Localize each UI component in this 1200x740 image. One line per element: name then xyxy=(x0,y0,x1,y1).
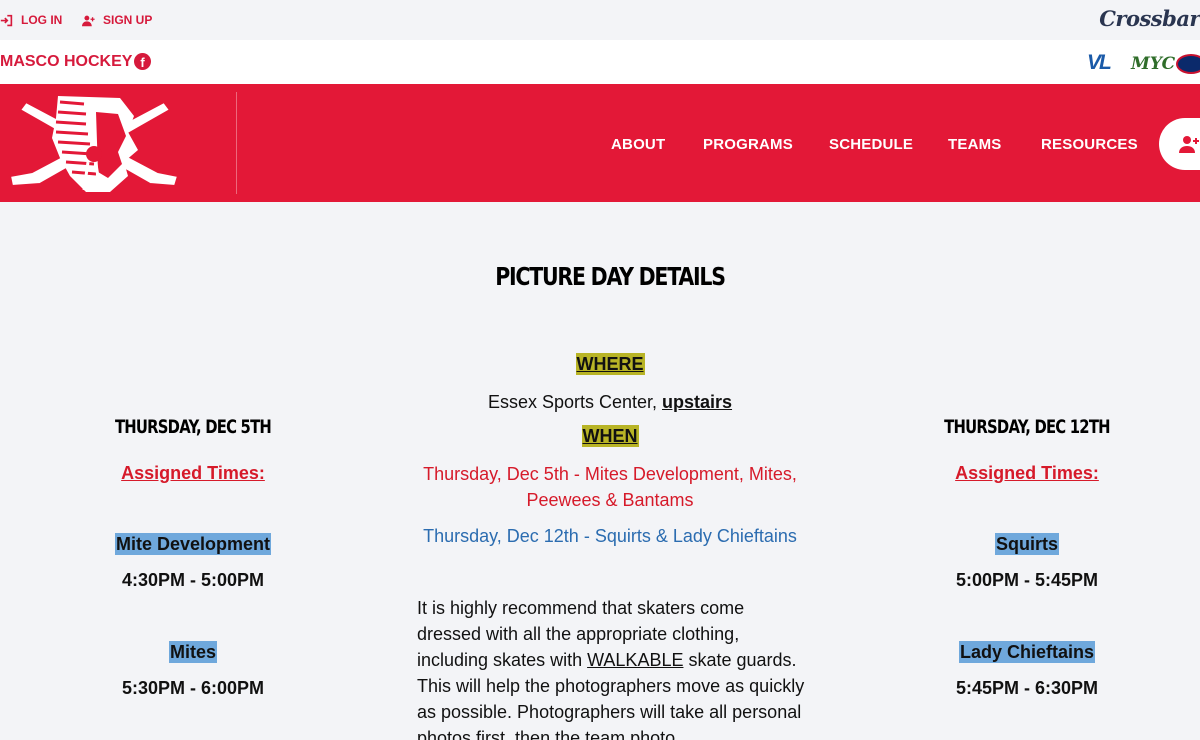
day-heading: THURSDAY, DEC 5TH xyxy=(114,416,272,438)
when-line-1: Thursday, Dec 5th - Mites Development, M… xyxy=(423,464,797,484)
group-time: 4:30PM - 5:00PM xyxy=(121,570,265,590)
group-name: Mites xyxy=(168,641,217,663)
assigned-times-label: Assigned Times: xyxy=(121,463,265,483)
location-emphasis: upstairs xyxy=(662,392,733,412)
user-plus-icon xyxy=(1179,136,1199,153)
group-time: 5:00PM - 5:45PM xyxy=(955,570,1099,590)
when-heading: WHEN xyxy=(581,425,639,447)
join-button[interactable] xyxy=(1159,118,1200,170)
group-name: Squirts xyxy=(994,533,1059,555)
group-name: Lady Chieftains xyxy=(958,641,1096,663)
group-name: Mite Development xyxy=(114,533,272,555)
login-icon xyxy=(0,14,13,26)
location-line: Essex Sports Center, upstairs xyxy=(487,392,733,412)
assigned-times-label: Assigned Times: xyxy=(955,463,1099,483)
group-time: 5:45PM - 6:30PM xyxy=(955,678,1099,698)
where-heading: WHERE xyxy=(575,353,645,375)
day-heading: THURSDAY, DEC 12TH xyxy=(944,416,1110,438)
when-line-3: Thursday, Dec 12th - Squirts & Lady Chie… xyxy=(423,526,797,546)
when-line-2: Peewees & Bantams xyxy=(526,490,694,510)
instructions-paragraph: It is highly recommend that skaters come… xyxy=(417,598,805,740)
login-link[interactable]: LOG IN xyxy=(0,13,62,27)
right-schedule-column: THURSDAY, DEC 12TH Assigned Times: Squir… xyxy=(897,0,1157,740)
walkable-emphasis: WALKABLE xyxy=(587,650,684,670)
partner-logo-usa-hockey[interactable] xyxy=(1176,54,1200,74)
group-time: 5:30PM - 6:00PM xyxy=(121,678,265,698)
login-label: LOG IN xyxy=(21,13,63,27)
left-schedule-column: THURSDAY, DEC 5TH Assigned Times: Mite D… xyxy=(63,0,323,740)
